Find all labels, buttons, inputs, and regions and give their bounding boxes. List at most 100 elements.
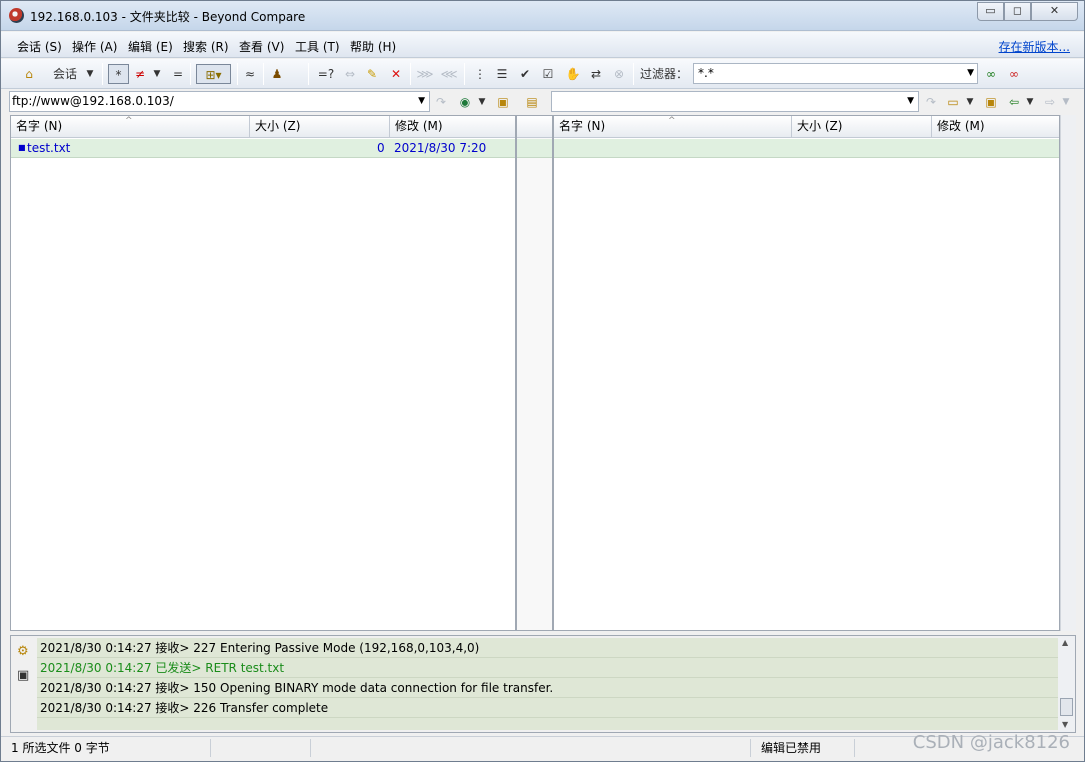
home-icon[interactable]: ⌂ bbox=[19, 64, 39, 84]
new-version-link[interactable]: 存在新版本... bbox=[999, 38, 1070, 55]
right-browse-folder-icon[interactable]: ▭ bbox=[945, 92, 961, 112]
menu-tools[interactable]: 工具 (T) bbox=[295, 38, 340, 55]
scroll-thumb[interactable] bbox=[1060, 698, 1073, 716]
sync-right-icon[interactable]: ⋙ bbox=[415, 64, 435, 84]
log-scrollbar[interactable]: ▲ ▼ bbox=[1058, 636, 1075, 732]
edit-status: 编辑已禁用 bbox=[751, 739, 855, 757]
show-diff-button[interactable]: ≠ bbox=[133, 64, 147, 84]
filter-dropdown-icon[interactable]: ▼ bbox=[967, 64, 974, 83]
compare-button[interactable]: =? bbox=[315, 64, 337, 84]
window-title: 192.168.0.103 - 文件夹比较 - Beyond Compare bbox=[30, 10, 306, 24]
right-col-name[interactable]: 名字 (N) ^ bbox=[554, 116, 792, 138]
session-button[interactable]: 会话 bbox=[45, 64, 85, 84]
left-col-size[interactable]: 大小 (Z) bbox=[250, 116, 390, 138]
menu-help[interactable]: 帮助 (H) bbox=[350, 38, 396, 55]
menu-search[interactable]: 搜索 (R) bbox=[183, 38, 229, 55]
status-segment bbox=[311, 739, 751, 757]
right-browse-dropdown-icon[interactable]: ▼ bbox=[965, 92, 975, 112]
filter-input[interactable]: *.* ▼ bbox=[693, 63, 978, 84]
scroll-up-icon[interactable]: ▲ bbox=[1062, 638, 1068, 647]
delete-icon[interactable]: ✕ bbox=[387, 64, 405, 84]
folder-expand-icon[interactable]: ⊞▾ bbox=[196, 64, 231, 84]
file-name: test.txt bbox=[27, 141, 71, 155]
back-arrow-icon[interactable]: ⇦ bbox=[1006, 92, 1022, 112]
menu-view[interactable]: 查看 (V) bbox=[239, 38, 284, 55]
table-row[interactable]: ■ test.txt 0 2021/8/30 7:20 bbox=[11, 139, 515, 158]
right-col-size-label: 大小 (Z) bbox=[797, 119, 843, 133]
file-size: 0 bbox=[377, 141, 385, 155]
show-same-button[interactable]: = bbox=[171, 64, 185, 84]
forward-dropdown-icon[interactable]: ▼ bbox=[1061, 92, 1071, 112]
maximize-button[interactable]: ◻ bbox=[1004, 2, 1031, 21]
sort-asc-icon: ^ bbox=[125, 116, 133, 126]
swap-icon[interactable]: ⇄ bbox=[587, 64, 605, 84]
left-file-pane[interactable]: 名字 (N) ^ 大小 (Z) 修改 (M) ■ test.txt 0 2021… bbox=[10, 115, 516, 631]
left-col-name[interactable]: 名字 (N) ^ bbox=[11, 116, 250, 138]
menu-edit[interactable]: 编辑 (E) bbox=[128, 38, 173, 55]
right-path-dropdown-icon[interactable]: ▼ bbox=[907, 92, 914, 111]
menu-action[interactable]: 操作 (A) bbox=[72, 38, 117, 55]
table-row[interactable] bbox=[554, 139, 1059, 158]
glasses-icon[interactable]: ∞ bbox=[981, 64, 1001, 84]
file-icon: ■ bbox=[18, 143, 26, 152]
copy-arrows-icon[interactable]: ⇔ bbox=[341, 64, 359, 84]
right-folder-up-icon[interactable]: ▣ bbox=[983, 92, 999, 112]
left-col-name-label: 名字 (N) bbox=[16, 119, 63, 133]
title-bar: 192.168.0.103 - 文件夹比较 - Beyond Compare ▭… bbox=[1, 1, 1084, 31]
sync-left-icon[interactable]: ⋘ bbox=[439, 64, 459, 84]
app-icon bbox=[9, 8, 24, 23]
back-dropdown-icon[interactable]: ▼ bbox=[1025, 92, 1035, 112]
gear-icon[interactable]: ⚙ bbox=[17, 644, 29, 659]
rules-button[interactable]: ≈ bbox=[242, 64, 258, 84]
toolbar: ⌂ 会话 ▼ * ≠ ▼ = ⊞▾ ≈ ♟ =? ⇔ ✎ ✕ ⋙ ⋘ ⋮ ☰ ✔… bbox=[1, 59, 1084, 89]
menu-session[interactable]: 会话 (S) bbox=[17, 38, 62, 55]
right-col-size[interactable]: 大小 (Z) bbox=[792, 116, 932, 138]
forward-arrow-icon[interactable]: ⇨ bbox=[1042, 92, 1058, 112]
right-col-modified[interactable]: 修改 (M) bbox=[932, 116, 1059, 138]
vertical-scrollbar[interactable] bbox=[1060, 115, 1076, 631]
right-go-icon[interactable]: ↷ bbox=[923, 92, 939, 112]
left-path-value: ftp://www@192.168.0.103/ bbox=[12, 94, 174, 108]
log-line: 2021/8/30 0:14:27 接收> 226 Transfer compl… bbox=[37, 698, 1058, 718]
left-path-dropdown-icon[interactable]: ▼ bbox=[418, 92, 425, 111]
list-view-icon[interactable]: ☰ bbox=[493, 64, 511, 84]
globe-dropdown-icon[interactable]: ▼ bbox=[477, 92, 487, 112]
menu-bar: 会话 (S) 操作 (A) 编辑 (E) 搜索 (R) 查看 (V) 工具 (T… bbox=[1, 32, 1084, 58]
person-icon[interactable]: ♟ bbox=[268, 64, 286, 84]
center-gutter bbox=[516, 115, 553, 631]
gutter-header bbox=[517, 116, 552, 138]
log-line: 2021/8/30 0:14:27 接收> 227 Entering Passi… bbox=[37, 638, 1058, 658]
left-col-modified[interactable]: 修改 (M) bbox=[390, 116, 515, 138]
file-modified: 2021/8/30 7:20 bbox=[394, 141, 487, 155]
beyond-compare-window: 192.168.0.103 - 文件夹比较 - Beyond Compare ▭… bbox=[0, 0, 1085, 762]
log-panel: ⚙ ▣ 2021/8/30 0:14:27 接收> 227 Entering P… bbox=[10, 635, 1076, 733]
left-path-input[interactable]: ftp://www@192.168.0.103/ ▼ bbox=[9, 91, 430, 112]
show-all-button[interactable]: * bbox=[108, 64, 129, 84]
scroll-down-icon[interactable]: ▼ bbox=[1062, 720, 1068, 729]
session-dropdown-icon[interactable]: ▼ bbox=[85, 64, 95, 84]
right-col-modified-label: 修改 (M) bbox=[937, 119, 985, 133]
ftp-globe-icon[interactable]: ◉ bbox=[457, 92, 473, 112]
left-col-modified-label: 修改 (M) bbox=[395, 119, 443, 133]
tree-view-icon[interactable]: ⋮ bbox=[471, 64, 489, 84]
log-line: 2021/8/30 0:14:27 已发送> RETR test.txt bbox=[37, 658, 1058, 678]
check-all-icon[interactable]: ☑ bbox=[539, 64, 557, 84]
left-go-icon[interactable]: ↷ bbox=[433, 92, 449, 112]
rename-icon[interactable]: ✎ bbox=[363, 64, 381, 84]
glasses-off-icon[interactable]: ∞ bbox=[1004, 64, 1024, 84]
save-icon[interactable]: ▣ bbox=[17, 668, 29, 683]
path-bar: ftp://www@192.168.0.103/ ▼ ↷ ◉ ▼ ▣ ▤ ▼ ↷… bbox=[1, 90, 1084, 114]
right-path-input[interactable]: ▼ bbox=[551, 91, 919, 112]
check-icon[interactable]: ✔ bbox=[516, 64, 534, 84]
minimize-button[interactable]: ▭ bbox=[977, 2, 1004, 21]
window-controls: ▭ ◻ ✕ bbox=[977, 2, 1078, 21]
touch-icon[interactable]: ✋ bbox=[564, 64, 582, 84]
right-file-pane[interactable]: 名字 (N) ^ 大小 (Z) 修改 (M) bbox=[553, 115, 1060, 631]
log-toolbar: ⚙ ▣ bbox=[11, 636, 37, 732]
selection-status: 1 所选文件 0 字节 bbox=[1, 739, 211, 757]
folder-sync-icon[interactable]: ▤ bbox=[523, 92, 541, 112]
diff-dropdown-icon[interactable]: ▼ bbox=[152, 64, 162, 84]
close-button[interactable]: ✕ bbox=[1031, 2, 1078, 21]
folder-up-icon[interactable]: ▣ bbox=[495, 92, 511, 112]
stop-icon[interactable]: ⊗ bbox=[610, 64, 628, 84]
